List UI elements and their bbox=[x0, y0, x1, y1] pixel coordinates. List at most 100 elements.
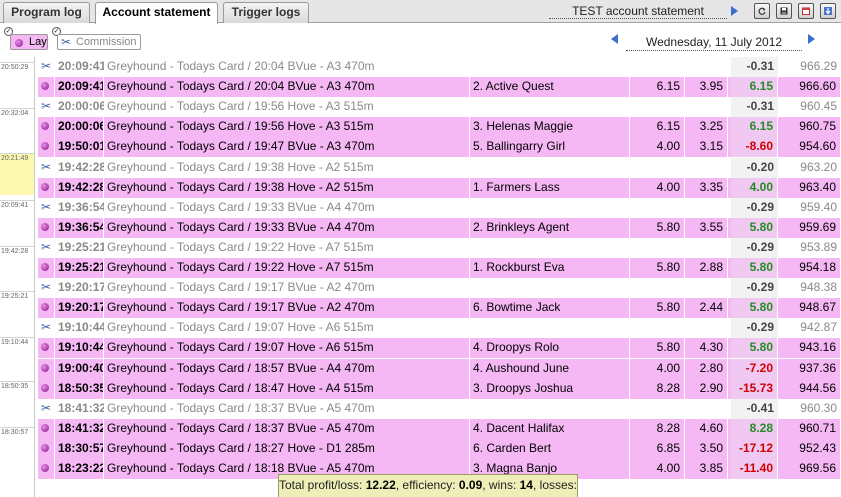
row-market: Greyhound - Todays Card / 19:22 Hove - A… bbox=[107, 258, 470, 278]
row-time: 19:20:17 bbox=[58, 280, 104, 294]
download-icon[interactable] bbox=[820, 3, 836, 19]
row-market: Greyhound - Todays Card / 19:07 Hove - A… bbox=[107, 338, 470, 358]
commission-row[interactable]: ✂ 20:09:41 Greyhound - Todays Card / 20:04… bbox=[38, 57, 841, 77]
lay-bet-row[interactable]: 19:10:44 Greyhound - Todays Card / 19:07 … bbox=[38, 338, 841, 358]
time-tick: 19:10:44 bbox=[0, 337, 34, 347]
commission-row[interactable]: ✂ 19:10:44 Greyhound - Todays Card / 19:07… bbox=[38, 318, 841, 338]
row-runner: 3. Helenas Maggie bbox=[473, 117, 630, 137]
commission-row[interactable]: ✂ 19:25:21 Greyhound - Todays Card / 19:22… bbox=[38, 238, 841, 258]
row-runner bbox=[473, 57, 630, 77]
scissors-icon: ✂ bbox=[41, 280, 52, 294]
row-profit-loss: -8.60 bbox=[731, 137, 778, 157]
lay-bet-row[interactable]: 19:00:40 Greyhound - Todays Card / 18:57 … bbox=[38, 359, 841, 379]
row-stake: 2.80 bbox=[688, 359, 728, 379]
commission-row[interactable]: ✂ 18:41:32 Greyhound - Todays Card / 18:37… bbox=[38, 399, 841, 419]
lay-bet-row[interactable]: 18:50:35 Greyhound - Todays Card / 18:47 … bbox=[38, 379, 841, 399]
prev-date-icon[interactable] bbox=[611, 34, 618, 44]
row-profit-loss: 5.80 bbox=[731, 218, 778, 238]
lay-bet-row[interactable]: 19:50:01 Greyhound - Todays Card / 19:47 … bbox=[38, 137, 841, 157]
date-picker[interactable]: Wednesday, 11 July 2012 bbox=[626, 35, 802, 51]
row-stake bbox=[688, 158, 728, 178]
lay-bet-row[interactable]: 19:25:21 Greyhound - Todays Card / 19:22 … bbox=[38, 258, 841, 278]
row-balance: 944.56 bbox=[781, 379, 841, 399]
row-balance: 943.16 bbox=[781, 338, 841, 358]
summary-bar: Total profit/loss: 12.22, efficiency: 0.… bbox=[278, 474, 578, 497]
lay-filter-button[interactable]: Lay bbox=[10, 34, 48, 50]
row-profit-loss: -0.29 bbox=[731, 238, 778, 258]
lay-dot-icon bbox=[15, 39, 23, 47]
row-time: 19:10:44 bbox=[58, 338, 104, 358]
commission-row[interactable]: ✂ 19:42:28 Greyhound - Todays Card / 19:38… bbox=[38, 158, 841, 178]
row-stake: 2.44 bbox=[688, 298, 728, 318]
row-stake bbox=[688, 278, 728, 298]
filter-bar: ✓ Lay ✓ ✂ Commission Wednesday, 11 July … bbox=[0, 24, 841, 57]
save-icon[interactable] bbox=[776, 3, 792, 19]
time-tick: 19:42:28 bbox=[0, 246, 34, 256]
row-market: Greyhound - Todays Card / 19:33 BVue - A… bbox=[107, 200, 375, 214]
row-stake bbox=[688, 238, 728, 258]
row-balance: 959.69 bbox=[781, 218, 841, 238]
refresh-icon[interactable] bbox=[754, 3, 770, 19]
time-tick: 18:50:35 bbox=[0, 381, 34, 391]
lay-bet-row[interactable]: 20:09:41 Greyhound - Todays Card / 20:04 … bbox=[38, 77, 841, 97]
row-odds: 5.80 bbox=[633, 258, 685, 278]
row-runner: 6. Bowtime Jack bbox=[473, 298, 630, 318]
lay-dot-icon bbox=[41, 137, 55, 157]
lay-bet-row[interactable]: 18:41:32 Greyhound - Todays Card / 18:37 … bbox=[38, 419, 841, 439]
lay-dot-icon bbox=[41, 218, 55, 238]
commission-filter-button[interactable]: ✂ Commission bbox=[57, 34, 141, 50]
lay-dot-icon bbox=[41, 379, 55, 399]
lay-bet-row[interactable]: 19:42:28 Greyhound - Todays Card / 19:38 … bbox=[38, 178, 841, 198]
lay-bet-row[interactable]: 20:00:06 Greyhound - Todays Card / 19:56 … bbox=[38, 117, 841, 137]
lay-bet-row[interactable]: 19:36:54 Greyhound - Todays Card / 19:33 … bbox=[38, 218, 841, 238]
row-stake: 3.95 bbox=[688, 77, 728, 97]
row-runner bbox=[473, 238, 630, 258]
row-balance: 954.18 bbox=[781, 258, 841, 278]
calendar-icon[interactable] bbox=[798, 3, 814, 19]
lay-bet-row[interactable]: 19:20:17 Greyhound - Todays Card / 19:17 … bbox=[38, 298, 841, 318]
row-time: 20:09:41 bbox=[58, 77, 104, 97]
tab-program-log[interactable]: Program log bbox=[3, 2, 90, 23]
losses-label: , losses: bbox=[532, 478, 577, 492]
row-profit-loss: 5.80 bbox=[731, 298, 778, 318]
row-time: 20:09:41 bbox=[58, 59, 104, 73]
scissors-icon: ✂ bbox=[41, 240, 52, 254]
row-profit-loss: -0.20 bbox=[731, 158, 778, 178]
tab-account-statement[interactable]: Account statement bbox=[95, 2, 218, 24]
row-stake: 3.50 bbox=[688, 439, 728, 459]
row-market: Greyhound - Todays Card / 19:38 Hove - A… bbox=[107, 160, 374, 174]
row-balance: 954.60 bbox=[781, 137, 841, 157]
scissors-icon: ✂ bbox=[41, 99, 52, 113]
wins-label: , wins: bbox=[482, 478, 517, 492]
scissors-icon: ✂ bbox=[41, 401, 52, 415]
commission-row[interactable]: ✂ 19:20:17 Greyhound - Todays Card / 19:17… bbox=[38, 278, 841, 298]
time-tick: 18:30:57 bbox=[0, 427, 34, 437]
row-balance: 960.71 bbox=[781, 419, 841, 439]
lay-filter-label: Lay bbox=[29, 36, 47, 48]
account-title[interactable]: TEST account statement bbox=[549, 3, 727, 19]
row-profit-loss: -0.29 bbox=[731, 198, 778, 218]
row-time: 19:50:01 bbox=[58, 137, 104, 157]
next-account-icon[interactable] bbox=[731, 6, 738, 16]
commission-row[interactable]: ✂ 19:36:54 Greyhound - Todays Card / 19:33… bbox=[38, 198, 841, 218]
row-market: Greyhound - Todays Card / 19:38 Hove - A… bbox=[107, 178, 470, 198]
row-balance: 960.75 bbox=[781, 117, 841, 137]
efficiency-label: , efficiency: bbox=[395, 478, 456, 492]
row-odds bbox=[633, 158, 685, 178]
row-balance: 966.60 bbox=[781, 77, 841, 97]
row-stake: 2.88 bbox=[688, 258, 728, 278]
tab-trigger-logs[interactable]: Trigger logs bbox=[223, 2, 309, 23]
lay-bet-row[interactable]: 18:30:57 Greyhound - Todays Card / 18:27 … bbox=[38, 439, 841, 459]
row-time: 20:00:06 bbox=[58, 99, 104, 113]
next-date-icon[interactable] bbox=[808, 34, 815, 44]
commission-row[interactable]: ✂ 20:00:06 Greyhound - Todays Card / 19:56… bbox=[38, 97, 841, 117]
row-runner bbox=[473, 198, 630, 218]
row-odds: 8.28 bbox=[633, 419, 685, 439]
row-runner: 1. Rockburst Eva bbox=[473, 258, 630, 278]
scissors-icon: ✂ bbox=[61, 35, 72, 49]
row-profit-loss: 8.28 bbox=[731, 419, 778, 439]
row-odds: 5.80 bbox=[633, 218, 685, 238]
row-balance: 963.40 bbox=[781, 178, 841, 198]
lay-dot-icon bbox=[41, 439, 55, 459]
row-stake bbox=[688, 318, 728, 338]
